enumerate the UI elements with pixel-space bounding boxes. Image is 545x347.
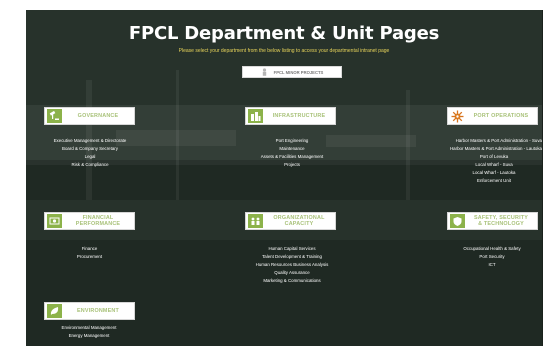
safety-link-1[interactable]: Occupational Health & Safety — [436, 245, 542, 253]
team-icon — [248, 214, 263, 228]
governance-link-2[interactable]: Board & Company Secretary — [34, 145, 146, 153]
leaf-icon — [47, 304, 62, 318]
governance-link-3[interactable]: Legal — [34, 153, 146, 161]
page-subtitle: Please select your department from the b… — [178, 48, 390, 54]
governance-list: Executive Management & Directorate Board… — [34, 137, 146, 169]
safety-security-technology-card[interactable]: SAFETY, SECURITY & TECHNOLOGY — [447, 212, 538, 230]
infrastructure-card[interactable]: INFRASTRUCTURE — [245, 107, 336, 125]
infrastructure-link-1[interactable]: Port Engineering — [230, 137, 354, 145]
financial-title-line2: PERFORMANCE — [75, 221, 121, 227]
safety-list: Occupational Health & Safety Port Securi… — [436, 245, 542, 269]
organizational-capacity-title: ORGANIZATIONAL CAPACITY — [263, 215, 335, 227]
organizational-list: Human Capital Services Talent Developmen… — [230, 245, 354, 285]
port-operations-link-1[interactable]: Harbor Masters & Port Administration - S… — [426, 137, 542, 145]
shield-icon — [450, 214, 465, 228]
safety-title-line2: & TECHNOLOGY — [478, 221, 524, 227]
infrastructure-link-4[interactable]: Projects — [230, 161, 354, 169]
organizational-link-2[interactable]: Talent Development & Training — [230, 253, 354, 261]
building-icon — [248, 109, 263, 123]
minor-projects-label: FPCL MINOR PROJECTS — [273, 69, 324, 75]
page-title: FPCL Department & Unit Pages — [128, 23, 440, 44]
financial-performance-card[interactable]: FINANCIAL PERFORMANCE — [44, 212, 135, 230]
financial-list: Finance Procurement — [44, 245, 135, 261]
port-operations-link-4[interactable]: Local Wharf - Suva — [426, 161, 542, 169]
financial-link-2[interactable]: Procurement — [44, 253, 135, 261]
governance-title: GOVERNANCE — [77, 113, 119, 119]
person-icon — [261, 68, 268, 76]
port-operations-link-2[interactable]: Harbor Masters & Port Administration - L… — [426, 145, 542, 153]
governance-card[interactable]: GOVERNANCE — [44, 107, 135, 125]
port-operations-card[interactable]: PORT OPERATIONS — [447, 107, 538, 125]
page: FPCL Department & Unit Pages Please sele… — [0, 0, 545, 347]
environment-link-2[interactable]: Energy Management — [36, 332, 142, 340]
gavel-icon — [47, 109, 62, 123]
money-icon — [47, 214, 62, 228]
organizational-link-3[interactable]: Human Resources Business Analysis — [230, 261, 354, 269]
port-operations-link-3[interactable]: Port of Levuka — [426, 153, 542, 161]
environment-card[interactable]: ENVIRONMENT — [44, 302, 135, 320]
infrastructure-list: Port Engineering Maintenance Assets & Fa… — [230, 137, 354, 169]
helm-icon — [450, 109, 465, 123]
financial-performance-title: FINANCIAL PERFORMANCE — [62, 215, 134, 227]
governance-link-4[interactable]: Risk & Compliance — [34, 161, 146, 169]
safety-security-technology-title: SAFETY, SECURITY & TECHNOLOGY — [465, 215, 537, 227]
port-operations-title: PORT OPERATIONS — [473, 113, 529, 119]
safety-link-3[interactable]: ICT — [436, 261, 542, 269]
port-operations-link-5[interactable]: Local Wharf - Lautoka — [426, 169, 542, 177]
financial-link-1[interactable]: Finance — [44, 245, 135, 253]
infrastructure-title: INFRASTRUCTURE — [272, 113, 326, 119]
port-operations-link-6[interactable]: Enforcement Unit — [426, 177, 542, 185]
infrastructure-link-3[interactable]: Assets & Facilities Management — [230, 153, 354, 161]
organizational-title-line2: CAPACITY — [284, 221, 314, 227]
minor-projects-button[interactable]: FPCL MINOR PROJECTS — [242, 66, 342, 78]
governance-link-1[interactable]: Executive Management & Directorate — [34, 137, 146, 145]
infrastructure-link-2[interactable]: Maintenance — [230, 145, 354, 153]
organizational-link-4[interactable]: Quality Assurance — [230, 269, 354, 277]
organizational-link-1[interactable]: Human Capital Services — [230, 245, 354, 253]
port-operations-list: Harbor Masters & Port Administration - S… — [426, 137, 542, 186]
safety-link-2[interactable]: Port Security — [436, 253, 542, 261]
environment-list: Environmental Management Energy Manageme… — [36, 324, 142, 340]
organizational-capacity-card[interactable]: ORGANIZATIONAL CAPACITY — [245, 212, 336, 230]
environment-title: ENVIRONMENT — [76, 308, 120, 314]
organizational-link-5[interactable]: Marketing & Communications — [230, 277, 354, 285]
environment-link-1[interactable]: Environmental Management — [36, 324, 142, 332]
department-panel: FPCL Department & Unit Pages Please sele… — [26, 10, 543, 346]
